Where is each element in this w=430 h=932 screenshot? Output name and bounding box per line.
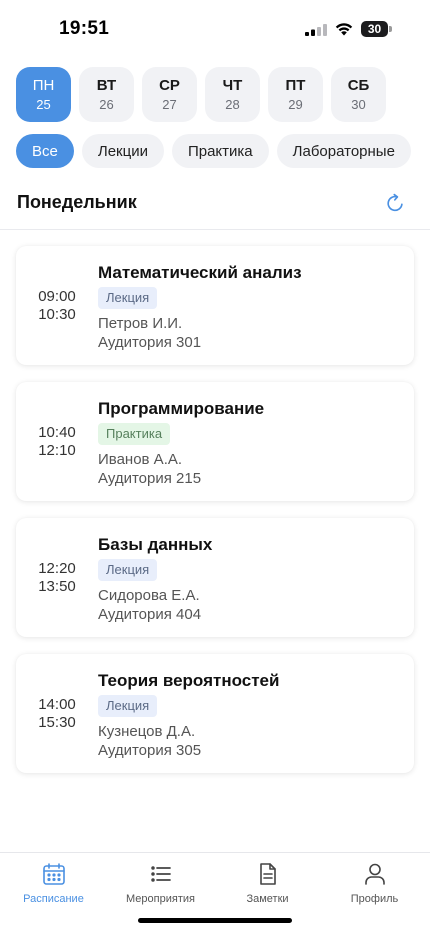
class-type-badge: Лекция <box>98 559 158 581</box>
day-name: ПТ <box>285 76 306 94</box>
filter-lectures[interactable]: Лекции <box>81 134 164 168</box>
tab-label: Расписание <box>23 893 84 905</box>
day-chip-sat[interactable]: СБ 30 <box>331 67 386 122</box>
class-start-time: 09:00 <box>38 287 76 305</box>
status-time: 19:51 <box>59 18 110 39</box>
class-end-time: 13:50 <box>38 577 76 595</box>
day-number: 25 <box>36 96 51 112</box>
day-number: 26 <box>99 96 114 112</box>
class-title: Базы данных <box>98 535 213 554</box>
class-card[interactable]: 10:40 12:10 Программирование Практика Ив… <box>16 382 414 501</box>
day-chip-wed[interactable]: СР 27 <box>142 67 197 122</box>
class-start-time: 12:20 <box>38 559 76 577</box>
day-number: 27 <box>162 96 177 112</box>
day-section-header: Понедельник <box>16 186 414 220</box>
class-teacher: Кузнецов Д.А. <box>98 723 196 740</box>
battery-icon: 30 <box>361 21 392 37</box>
day-name: СР <box>159 76 180 94</box>
filter-all[interactable]: Все <box>16 134 74 168</box>
class-end-time: 12:10 <box>38 441 76 459</box>
header-divider <box>0 229 430 230</box>
class-end-time: 10:30 <box>38 305 76 323</box>
day-chip-thu[interactable]: ЧТ 28 <box>205 67 260 122</box>
class-start-time: 10:40 <box>38 423 76 441</box>
wifi-icon <box>335 23 353 36</box>
note-icon <box>259 863 276 885</box>
class-type-badge: Лекция <box>98 695 158 717</box>
class-list: 09:00 10:30 Математический анализ Лекция… <box>16 246 414 790</box>
list-icon <box>150 866 171 882</box>
class-time: 09:00 10:30 <box>16 246 98 365</box>
class-time: 10:40 12:10 <box>16 382 98 501</box>
calendar-icon <box>42 863 65 885</box>
day-selector: ПН 25 ВТ 26 СР 27 ЧТ 28 ПТ 29 СБ 30 <box>16 67 386 122</box>
class-room: Аудитория 215 <box>98 470 202 487</box>
class-title: Теория вероятностей <box>98 671 280 690</box>
battery-level: 30 <box>367 22 382 36</box>
class-card[interactable]: 09:00 10:30 Математический анализ Лекция… <box>16 246 414 365</box>
tab-events[interactable]: Мероприятия <box>107 853 214 913</box>
refresh-icon[interactable] <box>384 192 406 214</box>
day-chip-fri[interactable]: ПТ 29 <box>268 67 323 122</box>
class-type-filters: Все Лекции Практика Лабораторные <box>16 134 411 168</box>
class-room: Аудитория 404 <box>98 606 202 623</box>
class-title: Программирование <box>98 399 265 418</box>
day-name: СБ <box>347 76 370 94</box>
tab-profile[interactable]: Профиль <box>321 853 428 913</box>
day-name: ПН <box>32 76 55 94</box>
class-card[interactable]: 12:20 13:50 Базы данных Лекция Сидорова … <box>16 518 414 637</box>
filter-practice[interactable]: Практика <box>171 134 269 168</box>
day-chip-tue[interactable]: ВТ 26 <box>79 67 134 122</box>
class-type-badge: Практика <box>98 423 171 445</box>
filter-labs[interactable]: Лабораторные <box>276 134 411 168</box>
class-teacher: Петров И.И. <box>98 315 183 332</box>
class-teacher: Сидорова Е.А. <box>98 587 200 604</box>
class-room: Аудитория 301 <box>98 334 202 351</box>
class-start-time: 14:00 <box>38 695 76 713</box>
person-icon <box>364 863 385 885</box>
day-name: ЧТ <box>222 76 243 94</box>
cellular-signal-icon <box>305 24 327 36</box>
home-indicator <box>138 918 292 923</box>
day-name: ВТ <box>96 76 117 94</box>
class-time: 12:20 13:50 <box>16 518 98 637</box>
class-teacher: Иванов А.А. <box>98 451 183 468</box>
status-bar: 19:51 30 <box>0 0 430 58</box>
day-number: 28 <box>225 96 240 112</box>
day-number: 30 <box>351 96 366 112</box>
class-end-time: 15:30 <box>38 713 76 731</box>
tab-label: Заметки <box>246 893 289 905</box>
class-card[interactable]: 14:00 15:30 Теория вероятностей Лекция К… <box>16 654 414 773</box>
tab-label: Профиль <box>350 893 399 905</box>
class-room: Аудитория 305 <box>98 742 202 759</box>
day-title: Понедельник <box>17 192 137 212</box>
day-chip-mon[interactable]: ПН 25 <box>16 67 71 122</box>
class-title: Математический анализ <box>98 263 302 282</box>
day-number: 29 <box>288 96 303 112</box>
tab-label: Мероприятия <box>126 893 195 905</box>
tab-schedule[interactable]: Расписание <box>0 853 107 913</box>
class-type-badge: Лекция <box>98 287 158 309</box>
class-time: 14:00 15:30 <box>16 654 98 773</box>
tab-notes[interactable]: Заметки <box>214 853 321 913</box>
